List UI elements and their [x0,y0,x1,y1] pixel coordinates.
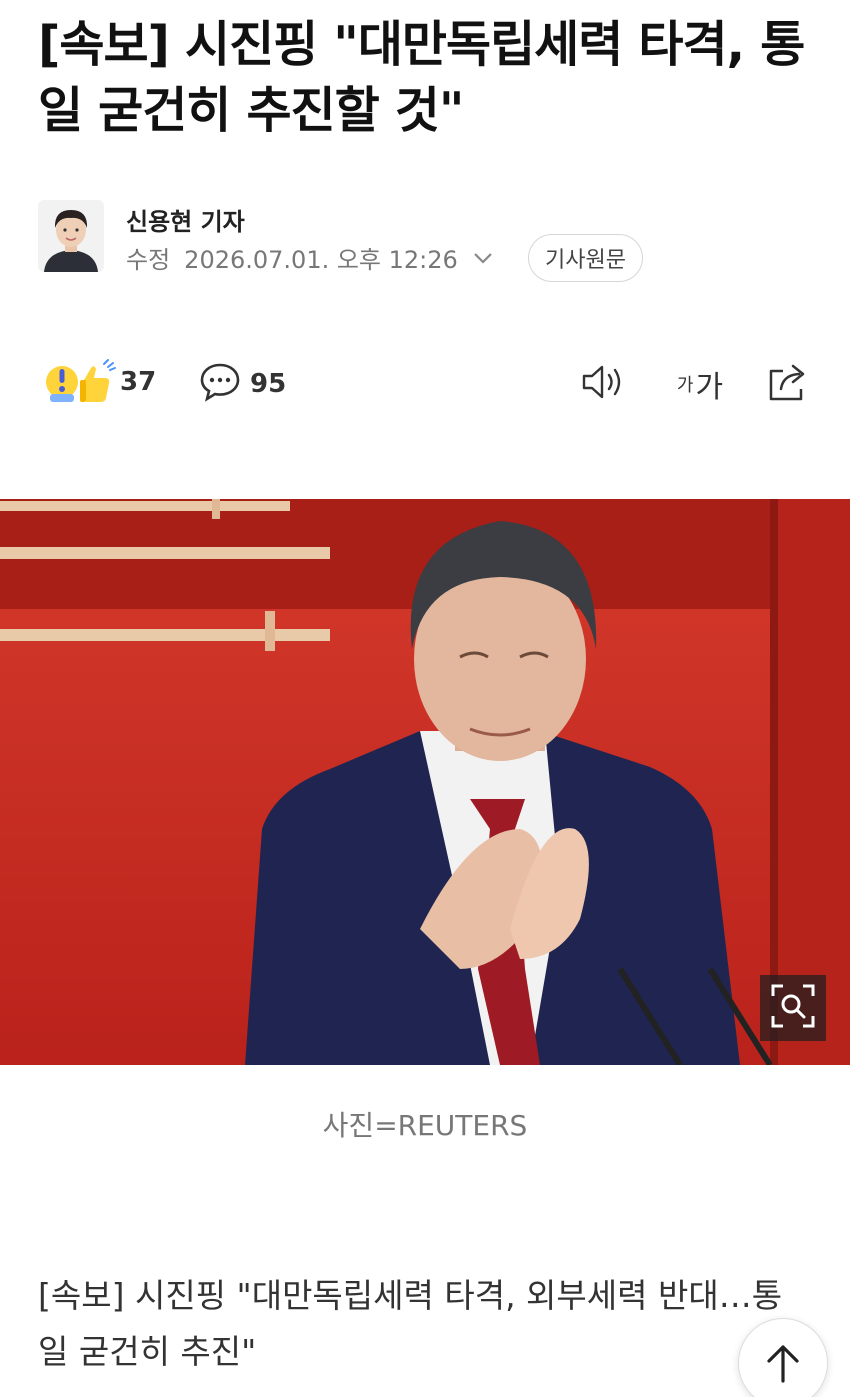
speech-bubble-icon [198,360,242,408]
zoom-icon [769,982,817,1034]
reaction-count: 37 [120,367,157,397]
modified-label: 수정 [126,246,171,274]
article-meta: 수정 2026.07.01. 오후 12:26 [126,240,494,275]
original-article-button[interactable]: 기사원문 [528,234,643,282]
byline: 신용현 기자 수정 2026.07.01. 오후 12:26 기사원문 [38,200,818,282]
reporter-name[interactable]: 신용현 기자 [126,202,245,237]
font-size-small-label: 가 [676,375,694,396]
scroll-to-top-button[interactable] [738,1318,828,1397]
article-lead-text: [속보] 시진핑 "대만독립세력 타격, 외부세력 반대…통일 굳건히 추진" [38,1276,783,1371]
reporter-avatar[interactable] [38,200,104,272]
chevron-down-icon[interactable] [472,251,494,265]
font-size-button[interactable]: 가 가 [672,360,728,408]
font-size-large-label: 가 [695,370,724,405]
modified-datetime: 2026.07.01. 오후 12:26 [184,246,458,274]
comment-count: 95 [250,369,287,399]
audio-button[interactable] [578,360,628,408]
photo-illustration [0,499,850,1065]
photo-caption: 사진=REUTERS [322,1109,528,1142]
article-headline: [속보] 시진핑 "대만독립세력 타격, 통일 굳건히 추진할 것" [38,16,805,139]
reaction-emoji-icon [44,358,120,406]
reaction-button[interactable]: 37 [44,358,156,406]
share-button[interactable] [762,360,814,408]
share-icon [765,361,811,407]
speaker-icon [580,362,626,406]
article-photo[interactable] [0,499,850,1065]
article-toolbar: 37 95 가 가 [0,352,850,412]
arrow-up-icon [763,1341,803,1389]
zoom-button[interactable] [760,975,826,1041]
comment-button[interactable]: 95 [198,360,286,408]
